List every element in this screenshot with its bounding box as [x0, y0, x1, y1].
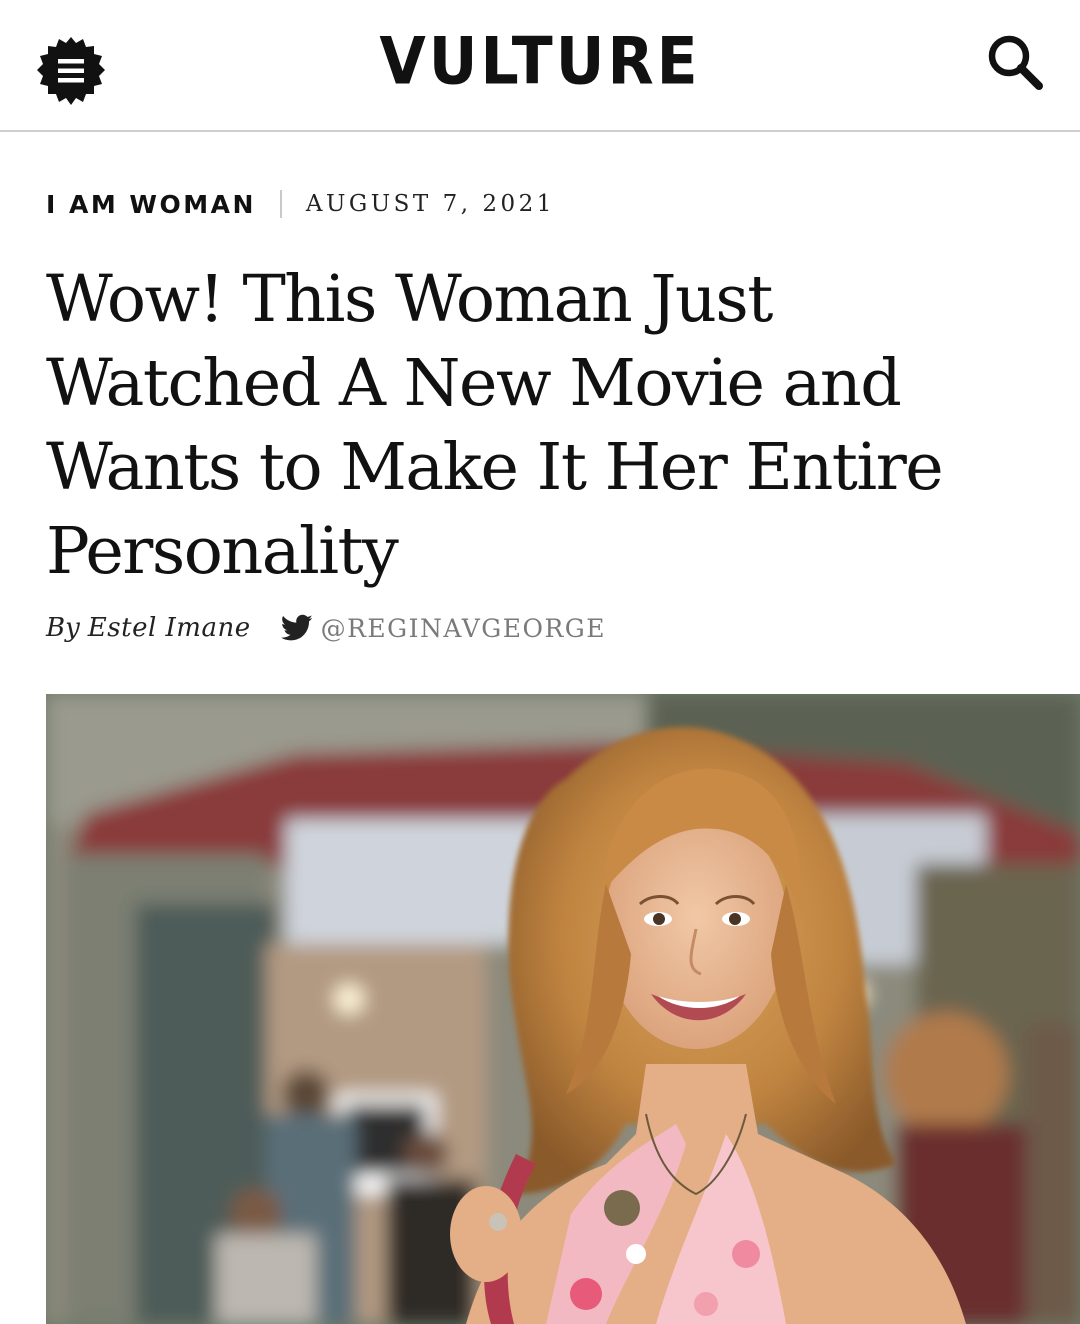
search-icon — [988, 35, 1043, 90]
meta-divider — [279, 190, 282, 218]
article-headline: Wow! This Woman Just Watched A New Movie… — [46, 262, 944, 589]
site-header: VULTURE — [0, 0, 1080, 132]
article-meta: I AM WOMAN AUGUST 7, 2021 — [46, 186, 555, 222]
byline-prefix: By — [46, 613, 80, 643]
rubric-link[interactable]: I AM WOMAN — [46, 190, 256, 219]
byline: By Estel Imane @REGINAVGEORGE — [46, 608, 606, 648]
site-logo[interactable]: VULTURE — [0, 19, 1080, 105]
twitter-handle-link[interactable]: @REGINAVGEORGE — [321, 614, 606, 643]
author-name[interactable]: Estel Imane — [88, 613, 251, 643]
publish-date: AUGUST 7, 2021 — [305, 191, 555, 217]
article-page: VULTURE I AM WOMAN AUGUST 7, 2021 Wow! T… — [0, 0, 1080, 1324]
search-button[interactable] — [983, 30, 1049, 96]
twitter-bird-icon — [280, 614, 313, 642]
lead-photo — [46, 694, 1080, 1324]
